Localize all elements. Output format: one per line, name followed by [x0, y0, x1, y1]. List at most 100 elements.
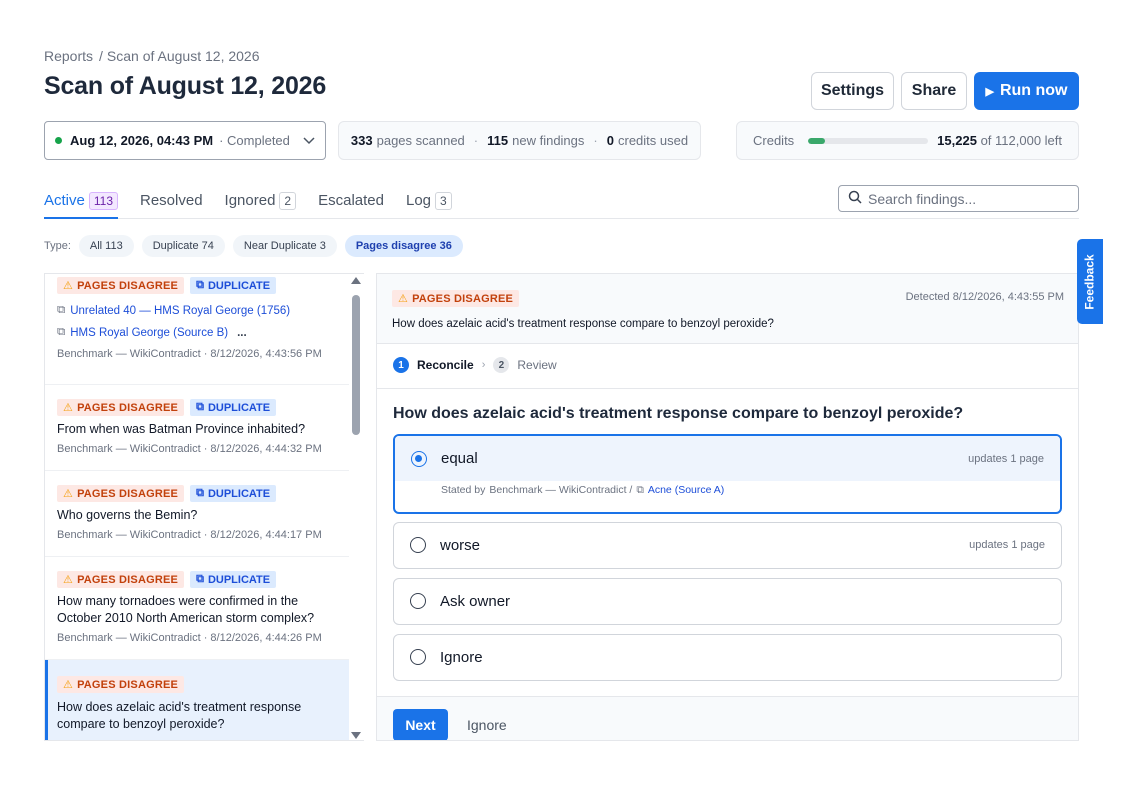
- finding-question: How does azelaic acid's treatment respon…: [57, 700, 302, 731]
- option-equal[interactable]: equal updates 1 page Stated by Benchmark…: [393, 434, 1062, 514]
- credits-remaining: 15,225 of 112,000 left: [937, 133, 1062, 148]
- filter-chip-all[interactable]: All 113: [78, 235, 134, 257]
- list-item[interactable]: ⚠ PAGES DISAGREE ⧉ DUPLICATE Who governs t…: [45, 471, 349, 557]
- finding-meta: Benchmark — WikiContradict · 8/12/2026, …: [57, 632, 322, 644]
- tab-resolved[interactable]: Resolved: [140, 186, 203, 219]
- list-item[interactable]: ⚠ PAGES DISAGREE ⧉ DUPLICATE ⧉ Unrelated 40…: [45, 274, 349, 385]
- copy-icon: ⧉: [57, 304, 66, 316]
- filter-chip-duplicate[interactable]: Duplicate 74: [141, 235, 225, 257]
- next-button[interactable]: Next: [393, 709, 448, 740]
- pages-disagree-badge: ⚠ PAGES DISAGREE: [57, 676, 185, 693]
- type-filters: Type: All 113 Duplicate 74 Near Duplicat…: [44, 235, 471, 257]
- detail-question-summary: How does azelaic acid's treatment respon…: [392, 318, 774, 330]
- list-item-selected[interactable]: ⚠ PAGES DISAGREE How does azelaic acid's …: [45, 660, 349, 740]
- detected-timestamp: Detected 8/12/2026, 4:43:55 PM: [905, 291, 1064, 303]
- type-filter-label: Type:: [44, 240, 71, 252]
- copy-icon: ⧉: [636, 484, 644, 496]
- finding-link[interactable]: ⧉ Unrelated 40 — HMS Royal George (1756): [57, 304, 349, 317]
- scroll-down-icon[interactable]: [351, 732, 361, 739]
- pages-disagree-badge: ⚠ PAGES DISAGREE: [57, 399, 185, 416]
- credits-used-count: 0: [606, 133, 614, 148]
- option-ignore[interactable]: Ignore: [393, 634, 1062, 681]
- filter-chip-pages-disagree[interactable]: Pages disagree 36: [344, 235, 463, 257]
- page-title: Scan of August 12, 2026: [44, 72, 327, 100]
- credits-label: Credits: [753, 133, 795, 148]
- pages-scanned-count: 333: [350, 133, 373, 148]
- search-findings-input[interactable]: Search findings...: [838, 185, 1079, 212]
- scan-status: · Completed: [219, 133, 290, 148]
- copy-icon: ⧉: [196, 573, 204, 585]
- radio-icon[interactable]: [410, 593, 426, 609]
- step-reconcile[interactable]: Reconcile: [417, 358, 474, 372]
- new-findings-label: new findings: [512, 133, 585, 148]
- duplicate-badge: ⧉ DUPLICATE: [190, 485, 277, 502]
- filter-chip-near-duplicate[interactable]: Near Duplicate 3: [232, 235, 337, 257]
- duplicate-badge: ⧉ DUPLICATE: [190, 571, 277, 588]
- finding-meta: Benchmark — WikiContradict · 8/12/2026, …: [57, 529, 322, 541]
- tab-escalated[interactable]: Escalated: [318, 186, 384, 219]
- radio-icon[interactable]: [410, 649, 426, 665]
- warning-icon: ⚠: [63, 679, 74, 691]
- search-icon: [848, 190, 868, 207]
- list-item[interactable]: ⚠ PAGES DISAGREE ⧉ DUPLICATE From when was…: [45, 385, 349, 471]
- finding-meta: Benchmark — WikiContradict · 8/12/2026, …: [57, 443, 322, 455]
- step-review[interactable]: Review: [517, 358, 556, 372]
- option-label: Ask owner: [440, 592, 511, 610]
- warning-icon: ⚠: [63, 280, 74, 292]
- copy-icon: ⧉: [196, 487, 204, 499]
- run-now-button[interactable]: ▶ Run now: [974, 72, 1079, 110]
- option-ask-owner[interactable]: Ask owner: [393, 578, 1062, 625]
- copy-icon: ⧉: [57, 326, 66, 338]
- findings-list: ⚠ PAGES DISAGREE ⧉ DUPLICATE ⧉ Unrelated 40…: [44, 273, 364, 741]
- feedback-label: Feedback: [1083, 253, 1098, 310]
- scrollbar-thumb[interactable]: [352, 295, 360, 435]
- tab-log[interactable]: Log 3: [406, 186, 452, 219]
- warning-icon: ⚠: [63, 402, 74, 414]
- warning-icon: ⚠: [398, 293, 409, 305]
- scan-select[interactable]: Aug 12, 2026, 04:43 PM · Completed: [44, 121, 326, 160]
- credits-used-label: credits used: [617, 133, 689, 148]
- list-item[interactable]: ⚠ PAGES DISAGREE ⧉ DUPLICATE How many torn…: [45, 557, 349, 660]
- option-stated-by: Stated by Benchmark — WikiContradict / ⧉…: [441, 484, 725, 496]
- chevron-right-icon: ›: [481, 359, 486, 371]
- finding-question: From when was Batman Province inhabited?: [57, 422, 306, 436]
- share-button[interactable]: Share: [901, 72, 967, 110]
- scan-date: Aug 12, 2026, 04:43 PM: [70, 133, 214, 148]
- source-link[interactable]: Acne (Source A): [648, 484, 724, 496]
- breadcrumb-current: Scan of August 12, 2026: [106, 48, 260, 64]
- duplicate-badge: ⧉ DUPLICATE: [190, 277, 277, 294]
- pages-disagree-badge: ⚠ PAGES DISAGREE: [392, 290, 520, 307]
- tab-active[interactable]: Active 113: [44, 186, 118, 219]
- warning-icon: ⚠: [63, 488, 74, 500]
- scroll-up-icon[interactable]: [351, 277, 361, 284]
- settings-button[interactable]: Settings: [811, 72, 894, 110]
- feedback-tab[interactable]: Feedback: [1077, 239, 1103, 324]
- scan-stats: 333 pages scanned · 115 new findings · 0 cr…: [338, 121, 701, 160]
- pages-disagree-badge: ⚠ PAGES DISAGREE: [57, 571, 185, 588]
- pages-disagree-badge: ⚠ PAGES DISAGREE: [57, 485, 185, 502]
- status-dot-icon: [55, 137, 62, 144]
- breadcrumb: Reports / Scan of August 12, 2026: [44, 48, 260, 64]
- option-label: equal: [441, 450, 478, 467]
- radio-icon[interactable]: [410, 537, 426, 553]
- more-links[interactable]: ...: [237, 327, 247, 339]
- breadcrumb-reports-link[interactable]: Reports: [44, 48, 93, 64]
- radio-selected-icon[interactable]: [411, 450, 427, 467]
- option-label: worse: [440, 536, 481, 554]
- tab-count-badge: 113: [88, 192, 118, 210]
- reconcile-question: How does azelaic acid's treatment respon…: [393, 405, 964, 422]
- warning-icon: ⚠: [63, 574, 74, 586]
- credits-progress-fill: [808, 137, 825, 144]
- option-updates: updates 1 page: [968, 452, 1044, 465]
- ignore-button[interactable]: Ignore: [467, 717, 507, 733]
- finding-question: Who governs the Bemin?: [57, 508, 198, 522]
- option-worse[interactable]: worse updates 1 page: [393, 522, 1062, 569]
- tab-ignored[interactable]: Ignored 2: [225, 186, 297, 219]
- tab-count-badge: 2: [279, 192, 297, 210]
- duplicate-badge: ⧉ DUPLICATE: [190, 399, 277, 416]
- finding-link[interactable]: ⧉ HMS Royal George (Source B)...: [57, 326, 349, 339]
- run-now-label: Run now: [999, 82, 1068, 99]
- list-scrollbar[interactable]: [348, 275, 362, 741]
- copy-icon: ⧉: [196, 279, 204, 291]
- credits-progress-bar: [808, 137, 929, 144]
